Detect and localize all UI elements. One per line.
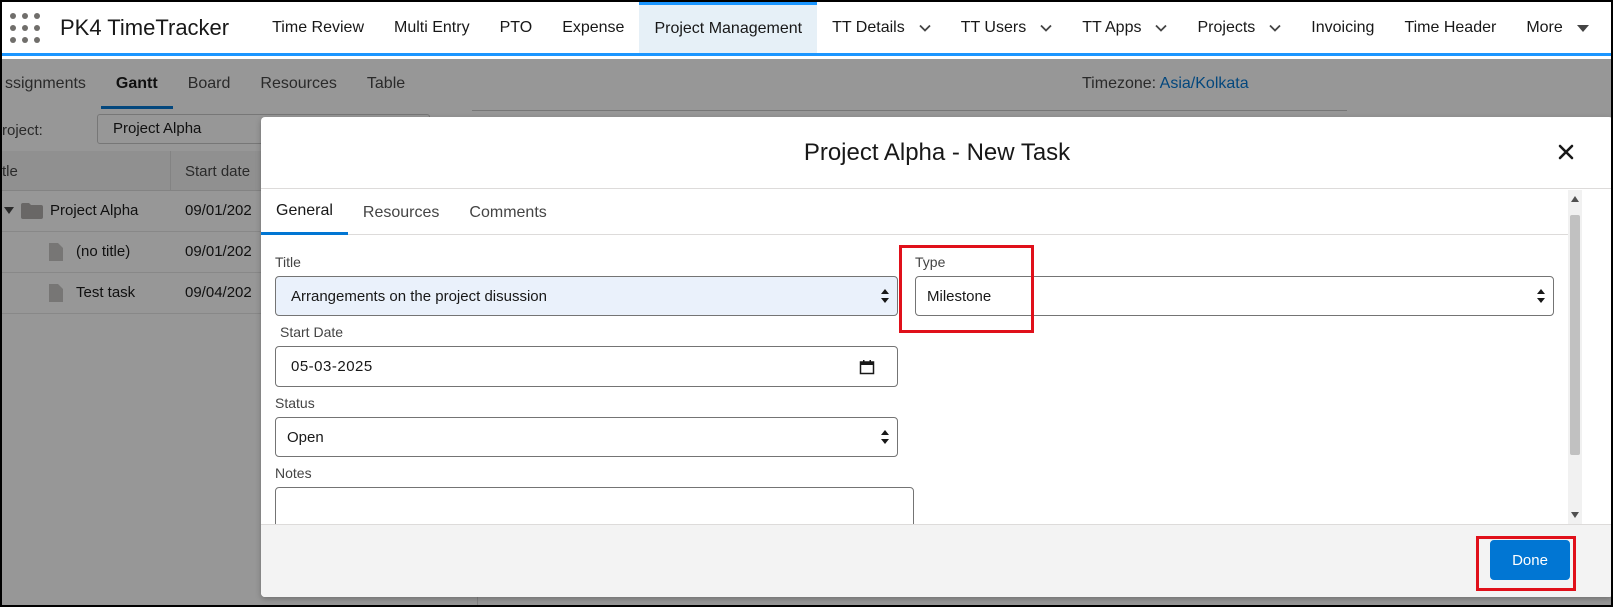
nav-item-label: TT Details (832, 18, 905, 36)
spinner-arrows-icon (1537, 289, 1545, 303)
notes-label: Notes (275, 465, 312, 481)
nav-item-label: Multi Entry (394, 18, 470, 36)
status-value: Open (287, 428, 324, 446)
modal-scrollbar[interactable] (1568, 190, 1582, 524)
nav-item-tt-details[interactable]: TT Details (817, 2, 946, 53)
nav-item-pto[interactable]: PTO (485, 2, 548, 53)
spinner-arrows-icon (881, 430, 889, 444)
chevron-down-icon[interactable] (1155, 22, 1168, 34)
nav-item-expense[interactable]: Expense (547, 2, 639, 53)
chevron-down-icon[interactable] (1269, 22, 1281, 34)
start-date-input[interactable]: 05-03-2025 (275, 346, 898, 387)
title-select[interactable]: Arrangements on the project disussion (275, 276, 898, 316)
nav-item-projects[interactable]: Projects (1182, 2, 1296, 53)
start-date-value: 05-03-2025 (291, 358, 373, 375)
screen: PK4 TimeTracker Time Review Multi Entry PT… (0, 0, 1613, 607)
nav-item-invoicing[interactable]: Invoicing (1296, 2, 1389, 53)
nav-item-time-header[interactable]: Time Header (1389, 2, 1511, 53)
modal-tabs: General Resources Comments (261, 190, 1568, 235)
status-label: Status (275, 395, 315, 411)
modal-footer: Done (261, 524, 1611, 597)
chevron-down-icon[interactable] (1576, 22, 1589, 34)
close-button[interactable] (1553, 139, 1579, 165)
scroll-up-icon[interactable] (1571, 196, 1579, 202)
nav-item-label: Invoicing (1311, 18, 1375, 36)
nav-item-label: TT Apps (1082, 18, 1142, 36)
nav-item-label: TT Users (960, 18, 1027, 36)
nav-item-time-review[interactable]: Time Review (257, 2, 379, 53)
nav-item-label: Projects (1197, 18, 1256, 36)
modal-title: Project Alpha - New Task (803, 138, 1071, 166)
scroll-thumb[interactable] (1570, 215, 1580, 455)
nav-item-project-management[interactable]: Project Management (639, 2, 818, 53)
app-launcher-icon[interactable] (10, 12, 40, 43)
global-nav: PK4 TimeTracker Time Review Multi Entry PT… (2, 2, 1611, 56)
tab-comments[interactable]: Comments (454, 190, 561, 235)
nav-item-tt-apps[interactable]: TT Apps (1067, 2, 1182, 53)
calendar-icon[interactable] (859, 359, 875, 375)
chevron-down-icon[interactable] (1040, 22, 1052, 34)
notes-textarea[interactable] (275, 487, 914, 524)
new-task-modal: Project Alpha - New Task General Resource… (261, 117, 1611, 597)
spinner-arrows-icon (881, 289, 889, 303)
status-select[interactable]: Open (275, 417, 898, 457)
nav-item-label: Project Management (654, 20, 803, 37)
nav-item-tt-users[interactable]: TT Users (946, 2, 1067, 53)
close-icon (1558, 144, 1574, 160)
modal-body: General Resources Comments Title Arrangeme… (261, 190, 1611, 524)
nav-item-more[interactable]: More (1511, 2, 1603, 53)
title-label: Title (275, 254, 301, 270)
app-name: PK4 TimeTracker (60, 14, 230, 40)
nav-item-label: Expense (562, 18, 625, 36)
scroll-down-icon[interactable] (1571, 512, 1579, 518)
nav-item-label: Time Header (1404, 18, 1497, 36)
type-select[interactable]: Milestone (915, 276, 1554, 316)
start-date-label: Start Date (280, 324, 344, 340)
nav-item-multi-entry[interactable]: Multi Entry (379, 2, 485, 53)
done-button[interactable]: Done (1490, 540, 1570, 580)
title-value: Arrangements on the project disussion (291, 287, 547, 305)
tab-general[interactable]: General (261, 190, 348, 235)
modal-header: Project Alpha - New Task (261, 117, 1611, 189)
type-value: Milestone (927, 287, 992, 305)
tab-resources[interactable]: Resources (348, 190, 454, 235)
nav-item-label: More (1526, 18, 1563, 36)
nav-item-label: PTO (499, 18, 533, 36)
nav-item-label: Time Review (272, 18, 364, 36)
chevron-down-icon[interactable] (919, 22, 931, 34)
nav-items: Time Review Multi Entry PTO Expense Project … (257, 2, 1604, 53)
type-label: Type (915, 254, 946, 270)
